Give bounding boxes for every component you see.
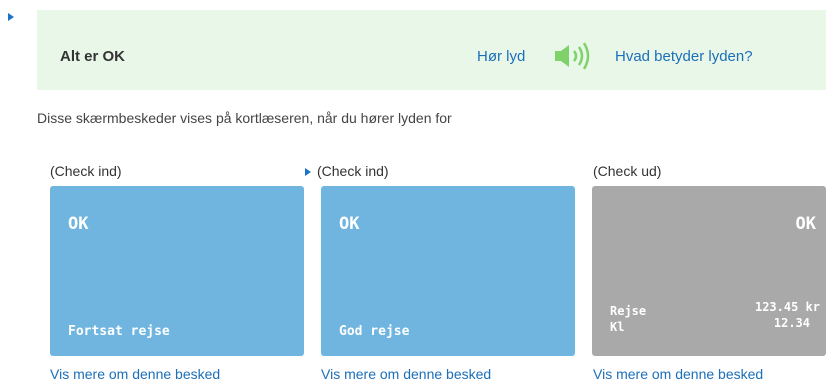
expand-arrow-icon[interactable] — [8, 13, 14, 21]
time-value: 12.34 — [773, 316, 810, 330]
trip-label: Rejse — [610, 304, 647, 318]
what-does-sound-mean-link[interactable]: Hvad betyder lyden? — [615, 48, 753, 65]
trip-value: 123.45 kr — [754, 300, 820, 314]
expand-arrow-icon[interactable] — [305, 168, 311, 177]
time-label: Kl — [610, 320, 625, 334]
card-label-checkin-2: (Check ind) — [305, 163, 389, 179]
show-more-link-1[interactable]: Vis mere om denne besked — [50, 366, 220, 382]
card-status: OK — [339, 214, 360, 234]
card-message: God rejse — [339, 324, 410, 339]
card-checkin-good-trip: OK God rejse — [321, 186, 575, 356]
card-label-checkout: (Check ud) — [593, 163, 662, 179]
card-label-checkin-1: (Check ind) — [50, 163, 122, 179]
show-more-link-2[interactable]: Vis mere om denne besked — [321, 366, 491, 382]
card-checkin-continue: OK Fortsat rejse — [50, 186, 304, 356]
show-more-link-3[interactable]: Vis mere om denne besked — [593, 366, 763, 382]
banner-title: Alt er OK — [60, 48, 126, 65]
hear-sound-link[interactable]: Hør lyd — [477, 48, 525, 65]
card-status: OK — [795, 214, 816, 234]
card-checkout: OK Rejse 123.45 kr Kl 12.34 — [592, 186, 826, 356]
card-status: OK — [68, 214, 89, 234]
card-message: Fortsat rejse — [68, 324, 170, 339]
screen-messages-description: Disse skærmbeskeder vises på kortlæseren… — [37, 110, 452, 126]
speaker-sound-icon[interactable] — [552, 42, 600, 70]
status-banner: Alt er OK Hør lyd Hvad betyder lyden? — [37, 10, 826, 90]
